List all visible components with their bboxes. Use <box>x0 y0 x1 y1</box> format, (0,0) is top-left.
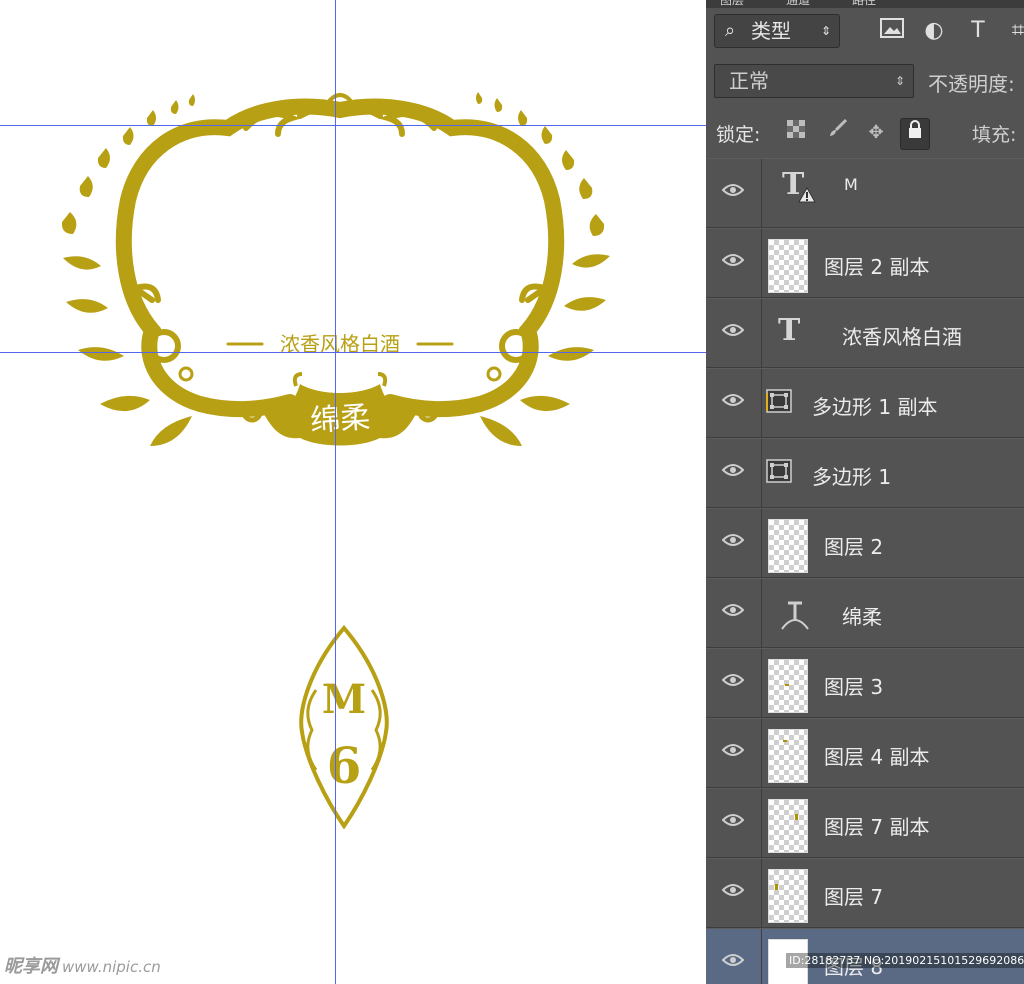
visibility-toggle[interactable] <box>706 369 762 437</box>
layer-name[interactable]: 图层 3 <box>824 671 883 700</box>
layer-row[interactable]: T 浓香风格白酒 <box>706 298 1024 368</box>
badge-letter: M <box>321 676 367 723</box>
banner-text: 绵柔 <box>309 399 372 440</box>
visibility-toggle[interactable] <box>706 859 762 927</box>
circle-half-icon[interactable]: ◐ <box>920 18 948 44</box>
blend-mode-select[interactable]: 正常 ⇕ <box>714 64 914 98</box>
visibility-toggle[interactable] <box>706 789 762 857</box>
eye-icon <box>722 394 744 406</box>
layer-thumbnail <box>768 869 808 923</box>
layer-row[interactable]: 图层 4 副本 <box>706 718 1024 788</box>
label-artwork <box>61 92 610 830</box>
lock-row: 锁定: ✥ 填充: <box>706 112 1024 156</box>
lock-label: 锁定: <box>716 124 761 146</box>
image-icon[interactable] <box>878 18 906 44</box>
layer-row[interactable]: 多边形 1 副本 <box>706 368 1024 438</box>
layer-name[interactable]: 图层 7 副本 <box>824 811 929 840</box>
panel-tab-strip: 图层 通道 路径 <box>706 0 1024 8</box>
text-layer-icon: T <box>778 313 801 348</box>
layer-row-selected[interactable]: 图层 8 ID:28182737 NO:20190215101529692086 <box>706 928 1024 984</box>
eye-icon <box>722 954 744 966</box>
frame <box>115 93 565 418</box>
layer-thumbnail <box>768 799 808 853</box>
fill-label: 填充: <box>972 124 1017 146</box>
warning-icon <box>798 187 816 203</box>
eye-icon <box>722 884 744 896</box>
layer-name[interactable]: M <box>844 175 858 194</box>
search-icon: ⌕ <box>725 20 736 41</box>
move-icon[interactable]: ✥ <box>862 118 890 148</box>
visibility-toggle[interactable] <box>706 439 762 507</box>
layer-row[interactable]: 绵柔 <box>706 578 1024 648</box>
filter-kind-select[interactable]: ⌕ 类型 ⇕ <box>714 14 840 48</box>
layer-row[interactable]: 图层 7 副本 <box>706 788 1024 858</box>
eye-icon <box>722 674 744 686</box>
visibility-toggle[interactable] <box>706 509 762 577</box>
layer-name[interactable]: 绵柔 <box>842 601 882 630</box>
tab-layers[interactable]: 图层 <box>720 0 744 8</box>
visibility-toggle[interactable] <box>706 929 762 984</box>
visibility-toggle[interactable] <box>706 229 762 297</box>
watermark-right: ID:28182737 NO:20190215101529692086 <box>786 953 1024 968</box>
shape-layer-icon <box>766 459 792 483</box>
layer-row[interactable]: T M <box>706 158 1024 228</box>
layer-name[interactable]: 浓香风格白酒 <box>842 321 962 350</box>
eye-icon <box>722 254 744 266</box>
layer-name[interactable]: 多边形 1 副本 <box>812 391 937 420</box>
badge <box>299 624 389 830</box>
opacity-label: 不透明度: <box>928 72 1015 96</box>
visibility-toggle[interactable] <box>706 649 762 717</box>
layer-name[interactable]: 图层 2 <box>824 531 883 560</box>
eye-icon <box>722 814 744 826</box>
layer-thumbnail <box>768 729 808 783</box>
tab-channels[interactable]: 通道 <box>786 0 810 8</box>
layers-panel: 图层 通道 路径 ⌕ 类型 ⇕ ◐ T ⌗ 正常 ⇕ 不透明度: 锁定: ✥ 填… <box>706 0 1024 984</box>
eye-icon <box>722 534 744 546</box>
layer-row[interactable]: 图层 2 副本 <box>706 228 1024 298</box>
warped-text-icon <box>781 601 809 630</box>
eye-icon <box>722 464 744 476</box>
layer-name[interactable]: 图层 4 副本 <box>824 741 929 770</box>
layer-row[interactable]: 多边形 1 <box>706 438 1024 508</box>
watermark-left: 昵享网 www.nipic.cn <box>4 956 161 977</box>
layer-row[interactable]: 图层 7 <box>706 858 1024 928</box>
guide-vertical[interactable] <box>335 0 336 984</box>
updown-arrow-icon: ⇕ <box>820 24 831 38</box>
eye-icon <box>722 744 744 756</box>
filter-row: ⌕ 类型 ⇕ ◐ T ⌗ <box>706 12 1024 54</box>
badge-number: 6 <box>326 736 362 795</box>
layer-name[interactable]: 图层 2 副本 <box>824 251 929 280</box>
layer-name[interactable]: 多边形 1 <box>812 461 891 490</box>
layer-thumbnail <box>768 239 808 293</box>
guide-horizontal-middle[interactable] <box>0 352 706 353</box>
layer-thumbnail <box>768 659 808 713</box>
lock-icon[interactable] <box>900 118 930 150</box>
visibility-toggle[interactable] <box>706 719 762 787</box>
blend-row: 正常 ⇕ 不透明度: <box>706 62 1024 102</box>
tab-paths[interactable]: 路径 <box>852 0 876 8</box>
type-icon[interactable]: T <box>964 18 992 44</box>
eye-icon <box>722 604 744 616</box>
visibility-toggle[interactable] <box>706 579 762 647</box>
layer-list: T M 图层 2 副本 T 浓香风格白酒 多边形 1 副本 多边形 1 图层 2… <box>706 158 1024 984</box>
layer-thumbnail <box>768 519 808 573</box>
shape-layer-icon <box>766 389 792 413</box>
transform-icon[interactable]: ⌗ <box>1004 18 1024 44</box>
layer-name[interactable]: 图层 7 <box>824 881 883 910</box>
eye-icon <box>722 184 744 196</box>
brush-icon[interactable] <box>824 118 852 148</box>
document-canvas[interactable]: 浓香风格白酒 绵柔 M 6 昵享网 www.nipic.cn <box>0 0 706 984</box>
layer-row[interactable]: 图层 2 <box>706 508 1024 578</box>
updown-arrow-icon: ⇕ <box>894 74 905 88</box>
visibility-toggle[interactable] <box>706 159 762 227</box>
layer-row[interactable]: 图层 3 <box>706 648 1024 718</box>
guide-horizontal-top[interactable] <box>0 125 706 126</box>
visibility-toggle[interactable] <box>706 299 762 367</box>
checker-icon[interactable] <box>782 118 810 148</box>
eye-icon <box>722 324 744 336</box>
